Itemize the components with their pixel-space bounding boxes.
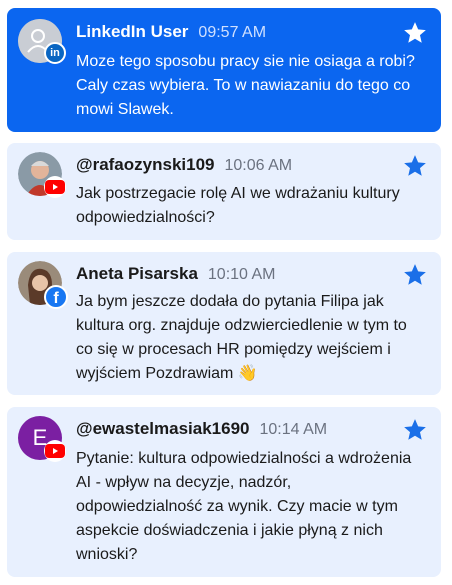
comment-card[interactable]: in LinkedIn User 09:57 AM Moze tego spos… [7,8,441,132]
comment-feed: in LinkedIn User 09:57 AM Moze tego spos… [0,0,452,585]
facebook-icon: f [44,285,68,309]
comment-author: @rafaozynski109 [76,155,215,174]
linkedin-icon: in [44,42,66,64]
star-icon[interactable] [402,153,428,179]
youtube-icon [44,176,66,198]
youtube-icon [44,440,66,462]
star-icon[interactable] [402,262,428,288]
comment-author: Aneta Pisarska [76,264,198,283]
comment-text: Moze tego sposobu pracy sie nie osiaga a… [76,53,415,118]
star-icon[interactable] [402,417,428,443]
comment-time: 10:06 AM [224,157,293,174]
comment-text: Jak postrzegacie rolę AI we wdrażaniu ku… [76,185,400,226]
comment-text: Ja bym jeszcze dodała do pytania Filipa … [76,293,407,382]
comment-text: Pytanie: kultura odpowiedzialności a wdr… [76,450,412,563]
comment-author: @ewastelmasiak1690 [76,419,250,438]
comment-time: 09:57 AM [198,24,267,41]
comment-time: 10:10 AM [207,266,276,283]
comment-author: LinkedIn User [76,22,189,41]
comment-card[interactable]: f Aneta Pisarska 10:10 AM Ja bym jeszcze… [7,252,441,395]
star-icon[interactable] [402,20,428,46]
comment-card[interactable]: E @ewastelmasiak1690 10:14 AM Pytanie: k… [7,407,441,577]
comment-time: 10:14 AM [259,421,328,438]
comment-card[interactable]: @rafaozynski109 10:06 AM Jak postrzegaci… [7,143,441,240]
